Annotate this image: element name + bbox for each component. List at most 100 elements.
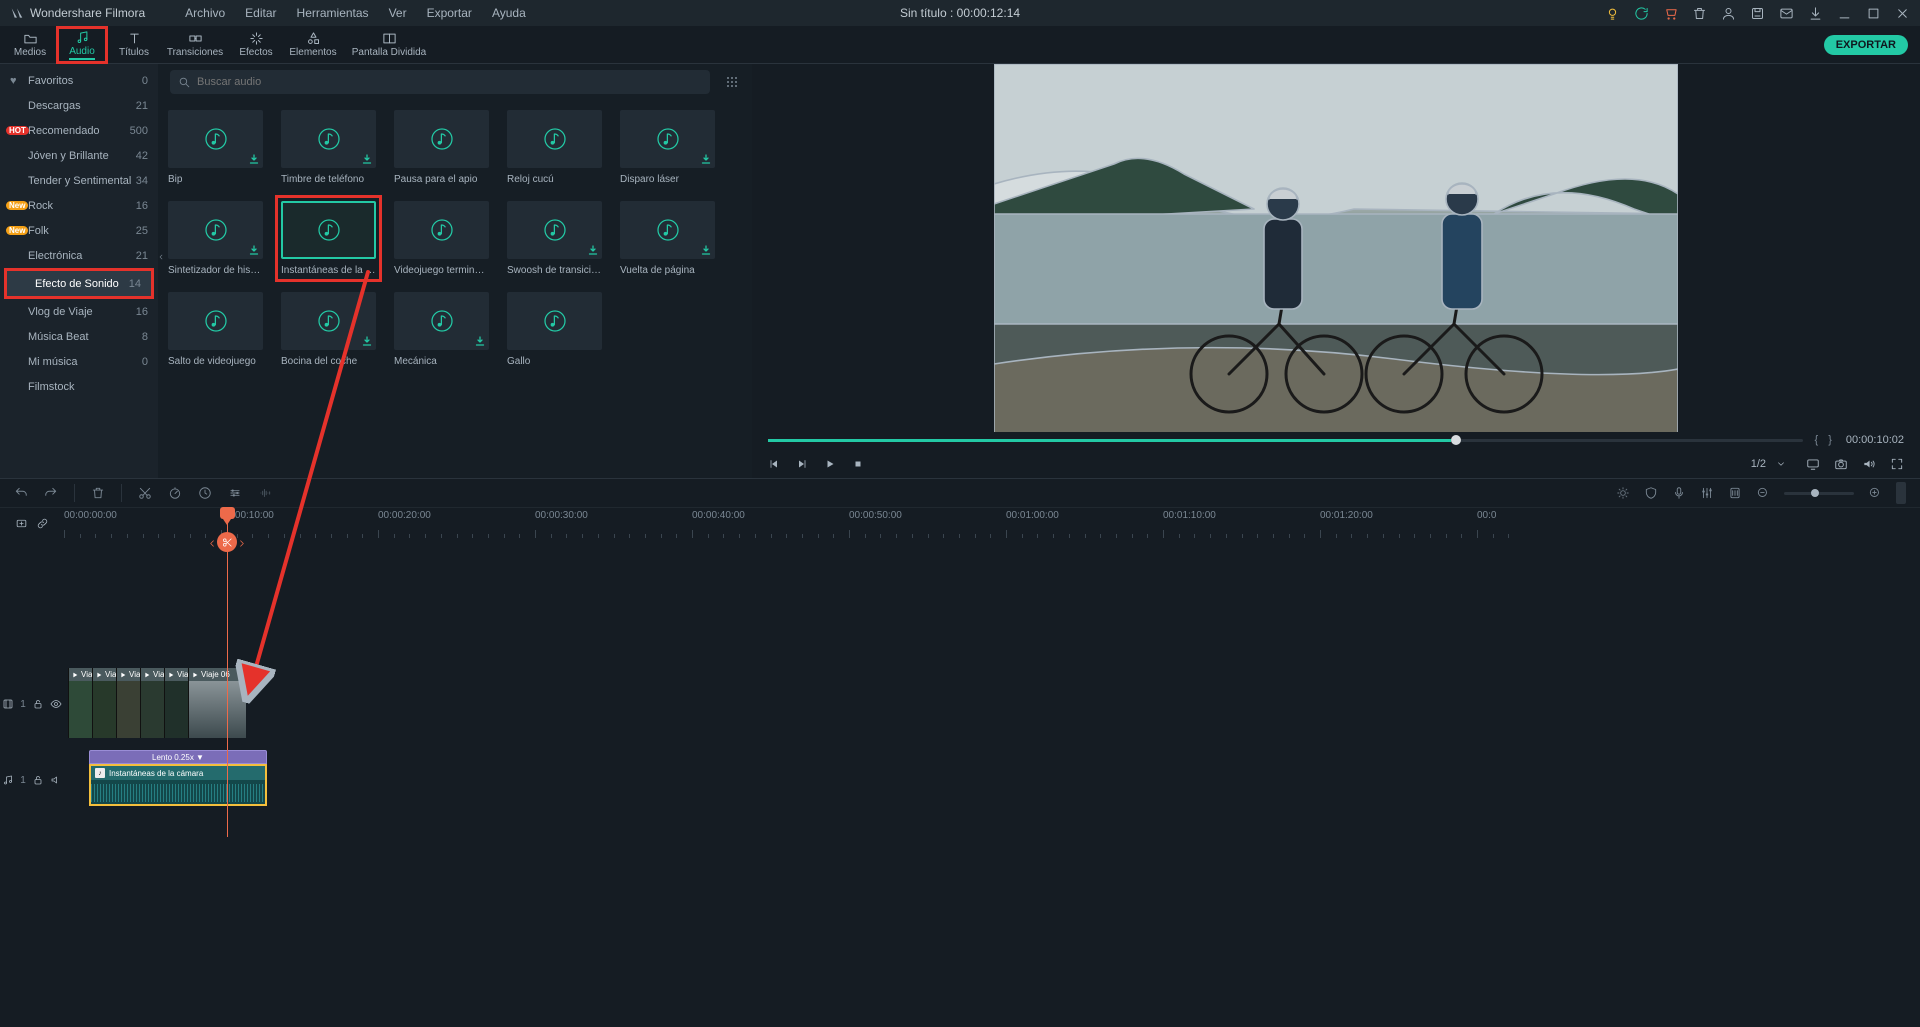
video-clip[interactable]: Viaje xyxy=(92,668,116,738)
mail-icon[interactable] xyxy=(1779,6,1794,21)
marker-icon[interactable] xyxy=(1728,486,1742,500)
video-clip[interactable]: Viaje xyxy=(68,668,92,738)
audio-item[interactable]: Videojuego terminado xyxy=(394,201,489,276)
tab-efectos[interactable]: Efectos xyxy=(230,26,282,64)
zoom-slider[interactable] xyxy=(1784,492,1854,495)
tab-elementos[interactable]: Elementos xyxy=(282,26,344,64)
video-clip[interactable]: Viaje xyxy=(116,668,140,738)
sidebar-item-mi-m-sica[interactable]: Mi música0 xyxy=(0,349,158,374)
speed-icon[interactable] xyxy=(168,486,182,500)
lock-open-icon[interactable] xyxy=(32,698,44,710)
sidebar-item-filmstock[interactable]: Filmstock xyxy=(0,374,158,399)
audio-item[interactable]: Gallo xyxy=(507,292,602,367)
tab-split[interactable]: Pantalla Dividida xyxy=(344,26,434,64)
sidebar-item-tender-y-sentimental[interactable]: Tender y Sentimental34 xyxy=(0,168,158,193)
audio-thumb[interactable] xyxy=(620,110,715,168)
play-icon[interactable] xyxy=(824,458,836,470)
audio-item[interactable]: Reloj cucú xyxy=(507,110,602,185)
save-icon[interactable] xyxy=(1750,6,1765,21)
video-clip[interactable]: Viaje xyxy=(140,668,164,738)
window-close-icon[interactable] xyxy=(1895,6,1910,21)
undo-icon[interactable] xyxy=(14,486,28,500)
download-badge-icon[interactable] xyxy=(700,153,712,165)
audio-item[interactable]: Pausa para el apio xyxy=(394,110,489,185)
delete-icon[interactable] xyxy=(91,486,105,500)
display-icon[interactable] xyxy=(1806,457,1820,471)
audio-item[interactable]: Sintetizador de histor… xyxy=(168,201,263,276)
audio-thumb[interactable] xyxy=(507,292,602,350)
playhead[interactable] xyxy=(227,508,228,837)
sidebar-item-folk[interactable]: NewFolk25 xyxy=(0,218,158,243)
audio-thumb[interactable] xyxy=(168,201,263,259)
adjust-icon[interactable] xyxy=(228,486,242,500)
sidebar-item-vlog-de-viaje[interactable]: Vlog de Viaje16 xyxy=(0,299,158,324)
audio-thumb[interactable] xyxy=(620,201,715,259)
zoom-in-icon[interactable] xyxy=(1868,486,1882,500)
menu-exportar[interactable]: Exportar xyxy=(427,6,472,20)
mic-icon[interactable] xyxy=(1672,486,1686,500)
search-input[interactable] xyxy=(197,76,702,88)
cut-icon[interactable] xyxy=(138,486,152,500)
sun-icon[interactable] xyxy=(1616,486,1630,500)
zoom-out-icon[interactable] xyxy=(1756,486,1770,500)
crop-time-icon[interactable] xyxy=(198,486,212,500)
audio-thumb[interactable] xyxy=(394,110,489,168)
tab-titulos[interactable]: Títulos xyxy=(108,26,160,64)
audio-item[interactable]: Timbre de teléfono xyxy=(281,110,376,185)
sidebar-item-favoritos[interactable]: ♥Favoritos0 xyxy=(0,68,158,93)
split-handle[interactable] xyxy=(217,532,237,552)
download-badge-icon[interactable] xyxy=(361,153,373,165)
download-badge-icon[interactable] xyxy=(248,153,260,165)
audio-thumb[interactable] xyxy=(168,292,263,350)
sidebar-item-efecto-de-sonido[interactable]: Efecto de Sonido14 xyxy=(7,271,151,296)
lock-open-icon[interactable] xyxy=(32,774,44,786)
audio-item[interactable]: Salto de videojuego xyxy=(168,292,263,367)
menu-ayuda[interactable]: Ayuda xyxy=(492,6,526,20)
audio-item[interactable]: Mecánica xyxy=(394,292,489,367)
audio-clip[interactable]: Lento 0.25x ▼ ♪ Instantáneas de la cámar… xyxy=(89,750,267,806)
window-minimize-icon[interactable] xyxy=(1837,6,1852,21)
refresh-icon[interactable] xyxy=(1634,6,1649,21)
sidebar-item-j-ven-y-brillante[interactable]: Jóven y Brillante42 xyxy=(0,143,158,168)
preview-scrubber[interactable]: { } 00:00:10:02 xyxy=(760,432,1912,449)
audio-wave-icon[interactable] xyxy=(258,486,272,500)
frame-back-icon[interactable] xyxy=(796,458,808,470)
sidebar-item-rock[interactable]: NewRock16 xyxy=(0,193,158,218)
menu-ver[interactable]: Ver xyxy=(389,6,407,20)
audio-thumb[interactable] xyxy=(281,110,376,168)
sidebar-collapse-icon[interactable] xyxy=(157,250,165,264)
stop-icon[interactable] xyxy=(852,458,864,470)
tab-medios[interactable]: Medios xyxy=(4,26,56,64)
link-icon[interactable] xyxy=(36,517,49,530)
audio-item[interactable]: Vuelta de página xyxy=(620,201,715,276)
eye-icon[interactable] xyxy=(50,698,62,710)
video-track-lane[interactable]: ViajeViajeViajeViajeViajeViaje 06 xyxy=(64,668,1920,740)
sidebar-item-descargas[interactable]: Descargas21 xyxy=(0,93,158,118)
mark-out-icon[interactable]: } xyxy=(1828,434,1832,446)
menu-editar[interactable]: Editar xyxy=(245,6,276,20)
timeline-ruler[interactable]: 00:00:00:0000:00:10:0000:00:20:0000:00:3… xyxy=(64,508,1920,538)
window-maximize-icon[interactable] xyxy=(1866,6,1881,21)
audio-item[interactable]: Disparo láser xyxy=(620,110,715,185)
video-clip[interactable]: Viaje 06 xyxy=(188,668,246,738)
lightbulb-icon[interactable] xyxy=(1605,6,1620,21)
speed-badge[interactable]: Lento 0.25x ▼ xyxy=(89,750,267,764)
mixer-icon[interactable] xyxy=(1700,486,1714,500)
video-clip[interactable]: Viaje xyxy=(164,668,188,738)
sidebar-item-m-sica-beat[interactable]: Música Beat8 xyxy=(0,324,158,349)
audio-item[interactable]: Instantáneas de la cá… xyxy=(281,201,376,276)
audio-thumb[interactable] xyxy=(281,292,376,350)
tab-audio[interactable]: Audio xyxy=(56,26,108,64)
audio-item[interactable]: Bip xyxy=(168,110,263,185)
step-back-icon[interactable] xyxy=(768,458,780,470)
shield-icon[interactable] xyxy=(1644,486,1658,500)
audio-thumb[interactable] xyxy=(507,201,602,259)
download-badge-icon[interactable] xyxy=(587,244,599,256)
download-badge-icon[interactable] xyxy=(474,335,486,347)
search-box[interactable] xyxy=(170,70,710,94)
trash-icon[interactable] xyxy=(1692,6,1707,21)
fullscreen-icon[interactable] xyxy=(1890,457,1904,471)
audio-item[interactable]: Swoosh de transición xyxy=(507,201,602,276)
download-badge-icon[interactable] xyxy=(361,335,373,347)
volume-icon[interactable] xyxy=(1862,457,1876,471)
